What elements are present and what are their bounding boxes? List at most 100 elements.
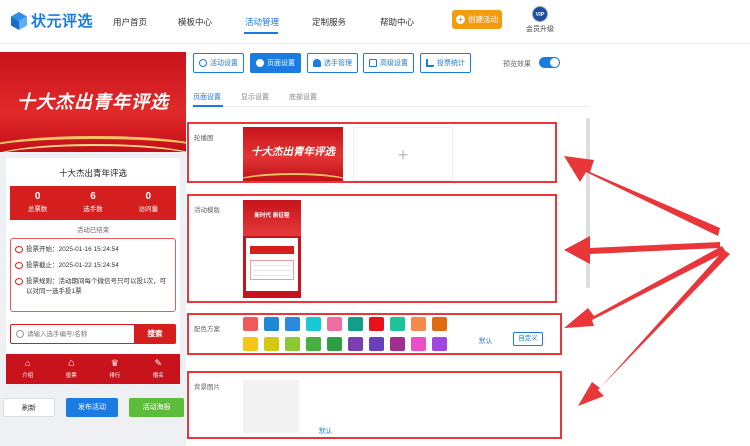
- subtab-divider: [192, 106, 590, 107]
- template-section: 活动模版 新时代 新征程: [187, 194, 557, 303]
- color-swatch[interactable]: [243, 337, 258, 351]
- add-carousel-image-button[interactable]: +: [353, 127, 453, 181]
- stat-label: 总票数: [27, 206, 48, 213]
- arrow-to-carousel: [564, 156, 720, 236]
- color-swatch[interactable]: [306, 337, 321, 351]
- toolbar-label: 页面设置: [267, 60, 295, 67]
- color-swatch[interactable]: [411, 317, 426, 331]
- template-line: [254, 275, 290, 276]
- info-row-end: 投票截止：2025-01-22 15:24:54: [15, 261, 171, 271]
- toolbar-label: 高级设置: [380, 60, 408, 67]
- subtab-active-underline: [193, 105, 223, 107]
- color-swatch[interactable]: [369, 337, 384, 351]
- tab-label: 报名: [152, 373, 164, 379]
- preview-banner: 十大杰出青年评选: [0, 52, 186, 152]
- arrow-group: [564, 156, 730, 406]
- preview-effect-toggle[interactable]: [539, 57, 560, 68]
- color-swatch[interactable]: [264, 337, 279, 351]
- carousel-image-text: 十大杰出青年评选: [251, 146, 335, 158]
- toolbar-label: 选手管理: [324, 60, 352, 67]
- color-swatch[interactable]: [390, 337, 405, 351]
- color-swatch[interactable]: [264, 317, 279, 331]
- color-swatch[interactable]: [348, 317, 363, 331]
- tab-rank[interactable]: ♛ 排行: [93, 354, 137, 384]
- nav-item-activity-manage[interactable]: 活动管理: [245, 16, 279, 28]
- carousel-gold-curve: [243, 173, 343, 181]
- clock-icon: [15, 246, 23, 253]
- color-custom-button[interactable]: 自定义: [513, 332, 543, 346]
- activity-poster-button[interactable]: 活动海报: [129, 398, 184, 417]
- vip-upgrade[interactable]: VIP 会员升级: [525, 6, 555, 34]
- nav-item-templates[interactable]: 模板中心: [178, 16, 212, 28]
- house-small-icon: ⌂: [25, 358, 31, 368]
- color-swatch[interactable]: [285, 337, 300, 351]
- info-row-start: 投票开始：2025-01-16 15:24:54: [15, 245, 171, 255]
- search-button[interactable]: 搜索: [134, 324, 176, 344]
- color-swatch[interactable]: [327, 317, 342, 331]
- color-swatch[interactable]: [285, 317, 300, 331]
- page-root: 状元评选 用户首页 模板中心 活动管理 定制服务 帮助中心 + 创建活动 VIP…: [0, 0, 750, 446]
- top-nav: 状元评选 用户首页 模板中心 活动管理 定制服务 帮助中心 + 创建活动 VIP…: [0, 0, 750, 44]
- stat-visits: 0 访问量: [121, 186, 176, 220]
- users-icon: [313, 59, 321, 67]
- gear-icon: [199, 59, 207, 67]
- refresh-button[interactable]: 刷新: [3, 398, 55, 417]
- color-swatch[interactable]: [243, 317, 258, 331]
- stats-bar: 0 总票数 6 选手数 0 访问量: [10, 186, 176, 220]
- stat-label: 访问量: [138, 206, 159, 213]
- activity-card: 十大杰出青年评选 0 总票数 6 选手数 0 访问量 活动已结束 投票开始：20…: [6, 158, 180, 372]
- background-default-link[interactable]: 默认: [319, 425, 332, 435]
- toggle-knob: [550, 58, 559, 67]
- color-swatch[interactable]: [432, 317, 447, 331]
- color-swatch[interactable]: [306, 317, 321, 331]
- background-thumbnail[interactable]: [243, 380, 299, 433]
- nav-item-user-home[interactable]: 用户首页: [113, 16, 147, 28]
- nav-item-custom-service[interactable]: 定制服务: [312, 16, 346, 28]
- tab-signup[interactable]: ✎ 报名: [137, 354, 181, 384]
- stat-value: 6: [90, 191, 96, 202]
- color-default-link[interactable]: 默认: [479, 335, 492, 345]
- search-input[interactable]: [27, 328, 127, 340]
- tab-label: 投票: [65, 373, 77, 379]
- vote-info-box: 投票开始：2025-01-16 15:24:54 投票截止：2025-01-22…: [10, 238, 176, 312]
- color-swatch[interactable]: [327, 337, 342, 351]
- stat-value: 0: [34, 191, 41, 202]
- preview-effect-label: 预览效果: [503, 61, 531, 68]
- tab-vote[interactable]: ⌂ 投票: [50, 354, 94, 384]
- template-thumbnail[interactable]: 新时代 新征程: [243, 200, 301, 298]
- color-swatch[interactable]: [369, 317, 384, 331]
- activity-settings-button[interactable]: 活动设置: [193, 53, 244, 73]
- color-swatch[interactable]: [411, 337, 426, 351]
- template-label: 活动模版: [194, 207, 220, 214]
- color-swatch[interactable]: [348, 337, 363, 351]
- publish-activity-button[interactable]: 发布活动: [66, 398, 118, 417]
- template-red-bar: [250, 246, 294, 254]
- search-icon: [16, 330, 24, 338]
- banner-title: 十大杰出青年评选: [17, 92, 169, 113]
- color-swatch[interactable]: [432, 337, 447, 351]
- subtab-page-settings[interactable]: 页面设置: [193, 92, 221, 102]
- info-text: 投票规则：活动期间每个微信号只可以投1次，可以对同一选手投1票: [26, 278, 167, 295]
- tab-label: 排行: [109, 373, 121, 379]
- logo[interactable]: 状元评选: [10, 10, 93, 31]
- stat-contestants: 6 选手数: [65, 186, 120, 220]
- brand-name: 状元评选: [31, 13, 94, 30]
- activity-status: 活动已结束: [76, 227, 110, 234]
- preview-tabbar: ⌂ 介绍 ⌂ 投票 ♛ 排行 ✎ 报名: [6, 354, 180, 384]
- subtab-footer-settings[interactable]: 底部设置: [289, 92, 317, 102]
- color-scheme-label: 配色方案: [194, 326, 220, 333]
- mobile-preview: 十大杰出青年评选 十大杰出青年评选 0 总票数 6 选手数 0 访问量 活动已结…: [0, 52, 186, 446]
- create-activity-button[interactable]: + 创建活动: [452, 10, 502, 29]
- nav-item-help-center[interactable]: 帮助中心: [380, 16, 414, 28]
- vote-stats-button[interactable]: 投票统计: [420, 53, 471, 73]
- subtab-display-settings[interactable]: 显示设置: [241, 92, 269, 102]
- carousel-image[interactable]: 十大杰出青年评选: [243, 127, 343, 181]
- advanced-settings-button[interactable]: 高级设置: [363, 53, 414, 73]
- arrow-to-background: [578, 250, 730, 406]
- tab-intro[interactable]: ⌂ 介绍: [6, 354, 50, 384]
- color-swatch[interactable]: [390, 317, 405, 331]
- tab-label: 介绍: [22, 373, 34, 379]
- page-settings-button[interactable]: 页面设置: [250, 53, 301, 73]
- template-banner-text: 新时代 新征程: [243, 200, 301, 236]
- contestant-manage-button[interactable]: 选手管理: [307, 53, 358, 73]
